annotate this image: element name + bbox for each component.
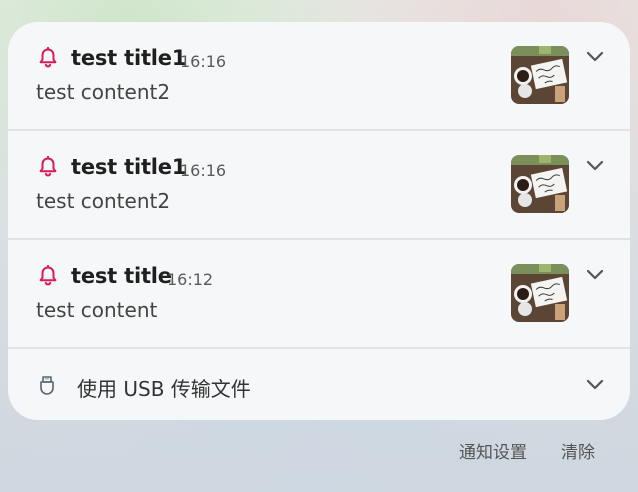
chevron-down-icon[interactable] — [583, 266, 607, 284]
usb-icon — [40, 376, 54, 395]
notification-title: test title1 — [71, 155, 187, 179]
notification-panel: test title1 16:16 test content2 test tit… — [8, 22, 630, 420]
chevron-down-icon[interactable] — [583, 48, 607, 66]
notification-card[interactable]: test title 16:12 test content — [8, 240, 630, 347]
notification-thumbnail — [511, 264, 569, 322]
notification-settings-button[interactable]: 通知设置 — [459, 438, 527, 463]
usb-notification[interactable]: 使用 USB 传输文件 — [8, 349, 630, 420]
usb-label: 使用 USB 传输文件 — [77, 377, 251, 401]
notification-content: test content — [36, 298, 158, 322]
notification-time: 16:12 — [167, 270, 214, 289]
notification-card[interactable]: test title1 16:16 test content2 — [8, 22, 630, 129]
chevron-down-icon[interactable] — [583, 376, 607, 394]
notification-title: test title1 — [71, 46, 187, 70]
notification-time: 16:16 — [180, 52, 227, 71]
bell-icon — [39, 265, 57, 286]
notification-thumbnail — [511, 46, 569, 104]
clear-button[interactable]: 清除 — [561, 438, 595, 463]
notification-card[interactable]: test title1 16:16 test content2 — [8, 131, 630, 238]
chevron-down-icon[interactable] — [583, 157, 607, 175]
notification-content: test content2 — [36, 80, 171, 104]
bell-icon — [39, 47, 57, 68]
notification-time: 16:16 — [180, 161, 227, 180]
notification-title: test title — [71, 264, 172, 288]
notification-content: test content2 — [36, 189, 171, 213]
notification-thumbnail — [511, 155, 569, 213]
bell-icon — [39, 156, 57, 177]
